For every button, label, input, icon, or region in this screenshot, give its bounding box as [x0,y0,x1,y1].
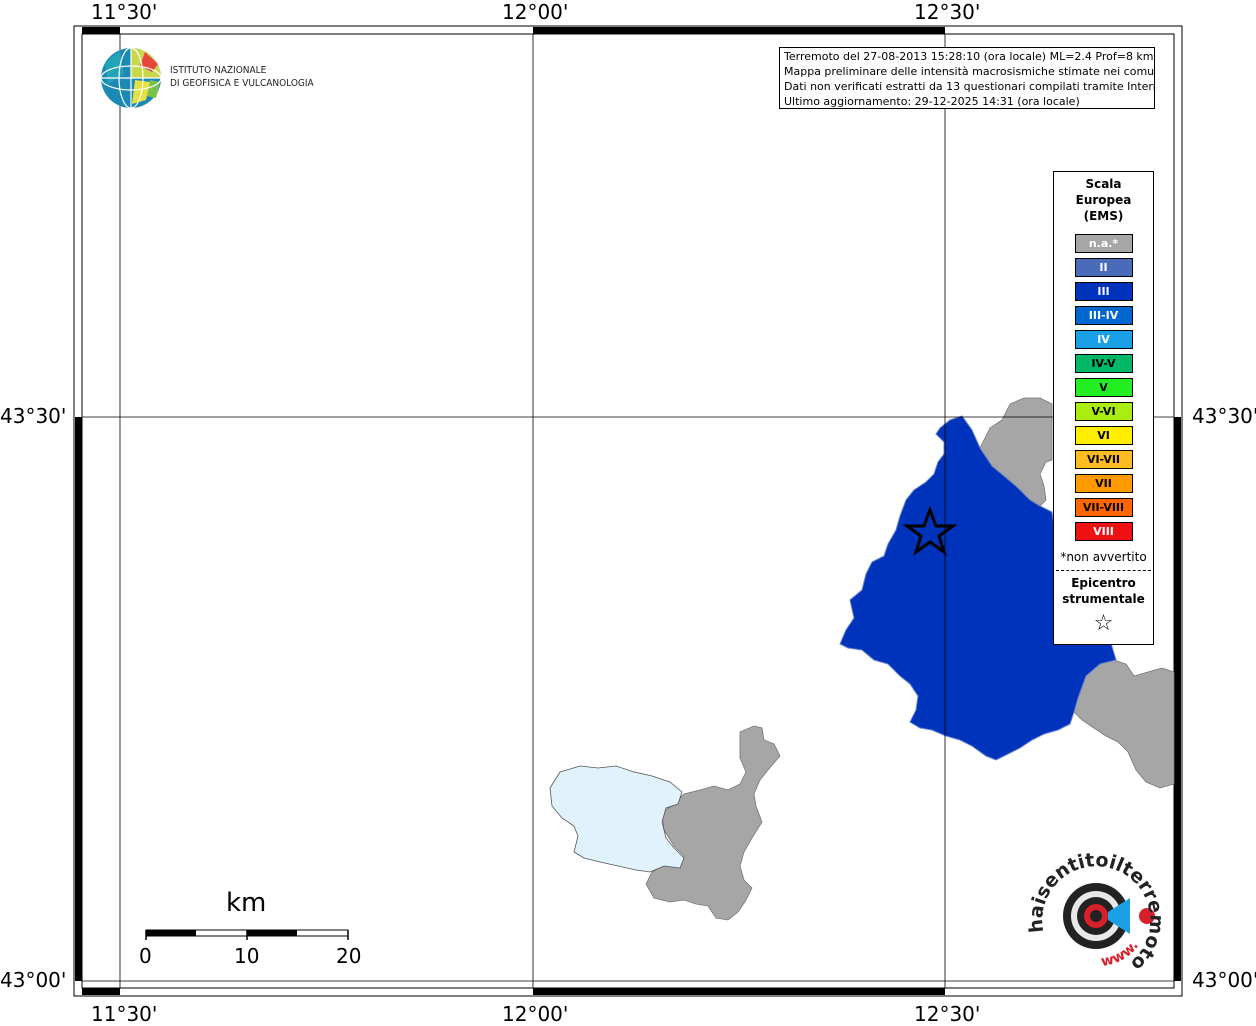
legend-title-line: Europea [1075,193,1132,207]
legend-item: IV-V [1074,354,1133,373]
ingv-logo-text: ISTITUTO NAZIONALE DI GEOFISICA E VULCAN… [170,64,314,90]
legend-epicenter-line: strumentale [1062,592,1145,606]
legend-item: VII [1074,474,1133,493]
lat-label-right-2: 43°00' [1192,968,1256,992]
legend-star-icon: ☆ [1093,611,1114,636]
lon-label-bottom-3: 12°30' [914,1002,981,1026]
legend-item: V-VI [1074,402,1133,421]
lon-label-top-3: 12°30' [914,0,981,24]
lon-label-bottom-2: 12°00' [502,1002,569,1026]
scale-bar-tick-10: 10 [234,944,260,968]
legend-item: VIII [1074,522,1133,541]
scale-bar-tick-20: 20 [336,944,362,968]
info-line2: Mappa preliminare delle intensità macros… [784,65,1155,78]
info-line1: Terremoto del 27-08-2013 15:28:10 (ora l… [784,50,1154,63]
legend-note: *non avvertito [1060,550,1147,564]
scale-bar-title: km [226,888,267,918]
ems-legend: Scala Europea (EMS) n.a.* II III III-IV IV IV… [1053,171,1154,645]
frame-band [82,988,120,995]
lat-label-right-1: 43°30' [1192,404,1256,428]
legend-item: III [1074,282,1133,301]
info-line4: Ultimo aggiornamento: 29-12-2025 14:31 (… [784,95,1080,108]
legend-title: Scala Europea (EMS) [1054,176,1153,224]
legend-item: VI-VII [1074,450,1133,469]
legend-epicenter-line: Epicentro [1071,576,1136,590]
legend-item: II [1074,258,1133,277]
lon-label-top-1: 11°30' [91,0,158,24]
legend-item: III-IV [1074,306,1133,325]
frame-band [533,27,945,34]
earthquake-info-box: Terremoto del 27-08-2013 15:28:10 (ora l… [779,47,1155,109]
legend-item: VII-VIII [1074,498,1133,517]
ingv-logo-line2: DI GEOFISICA E VULCANOLOGIA [170,78,314,89]
legend-item: VI [1074,426,1133,445]
legend-item: V [1074,378,1133,397]
frame-band [1174,417,1181,981]
frame-band [75,417,82,981]
legend-item: IV [1074,330,1133,349]
lat-label-left-1: 43°30' [0,404,67,428]
lon-label-bottom-1: 11°30' [91,1002,158,1026]
legend-items: n.a.* II III III-IV IV IV-V V V-VI VI VI-VII VII VI… [1054,234,1153,541]
legend-epicenter-title: Epicentro strumentale [1054,575,1153,607]
legend-item: n.a.* [1074,234,1133,253]
scale-bar-tick-0: 0 [139,944,152,968]
info-line3: Dati non verificati estratti da 13 quest… [784,80,1155,93]
legend-title-line: (EMS) [1083,209,1124,223]
legend-title-line: Scala [1085,177,1122,191]
lon-label-top-2: 12°00' [502,0,569,24]
lat-label-left-2: 43°00' [0,968,67,992]
frame-band [533,988,945,995]
frame-band [82,27,120,34]
ingv-logo-line1: ISTITUTO NAZIONALE [170,65,267,76]
ingv-logo-icon [100,47,162,109]
legend-separator [1056,570,1151,571]
